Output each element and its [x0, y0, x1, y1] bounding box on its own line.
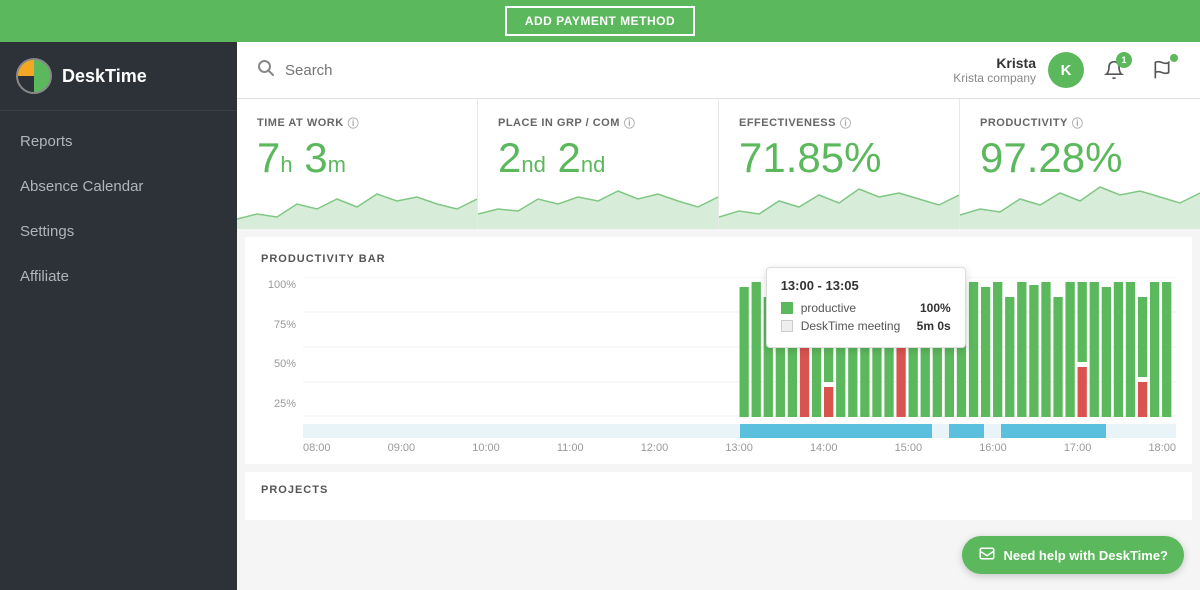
header-right: Krista Krista company K 1: [953, 52, 1180, 88]
stat-info-place: ⓘ: [624, 115, 636, 131]
tooltip-val-productive: 100%: [920, 301, 951, 315]
tooltip-color-productive: [781, 302, 793, 314]
stat-label-effectiveness: EFFECTIVENESS ⓘ: [739, 115, 939, 131]
tooltip-label-meeting: DeskTime meeting: [801, 319, 909, 333]
sidebar-item-absence-calendar[interactable]: Absence Calendar: [0, 164, 237, 209]
chart-container: 100% 75% 50% 25%: [261, 277, 1176, 454]
sidebar-item-affiliate[interactable]: Affiliate: [0, 254, 237, 299]
y-label-100: 100%: [261, 279, 296, 291]
stat-card-effectiveness: EFFECTIVENESS ⓘ 71.85%: [719, 99, 960, 229]
stat-info-productivity: ⓘ: [1072, 115, 1084, 131]
notifications-button[interactable]: 1: [1096, 52, 1132, 88]
timeline-active-2: [949, 424, 984, 438]
y-label-50: 50%: [261, 358, 296, 370]
productivity-bars-svg: [303, 277, 1176, 417]
stat-value-effectiveness: 71.85%: [739, 137, 939, 179]
stat-label-productivity: PRODUCTIVITY ⓘ: [980, 115, 1180, 131]
search-input[interactable]: [285, 62, 485, 79]
y-label-75: 75%: [261, 319, 296, 331]
x-label-17: 17:00: [1064, 442, 1092, 454]
content-area: Krista Krista company K 1: [237, 42, 1200, 590]
stat-card-time-at-work: TIME AT WORK ⓘ 7h 3m: [237, 99, 478, 229]
search-wrapper: [257, 59, 953, 82]
stat-label-place: PLACE IN GRP / COM ⓘ: [498, 115, 698, 131]
y-label-25: 25%: [261, 398, 296, 410]
timeline-bar: [303, 424, 1176, 438]
productivity-bar-section: PRODUCTIVITY BAR 100% 75% 50% 25%: [245, 237, 1192, 464]
projects-title: PROJECTS: [261, 484, 1176, 496]
x-label-12: 12:00: [641, 442, 669, 454]
notification-badge: 1: [1116, 52, 1132, 68]
tooltip-color-meeting: [781, 320, 793, 332]
help-button-label: Need help with DeskTime?: [1004, 548, 1168, 563]
avatar: K: [1048, 52, 1084, 88]
y-axis: 100% 75% 50% 25%: [261, 277, 296, 412]
tooltip-label-productive: productive: [801, 301, 912, 315]
stat-info-time: ⓘ: [348, 115, 360, 131]
stat-card-place: PLACE IN GRP / COM ⓘ 2nd 2nd: [478, 99, 719, 229]
user-info: Krista Krista company: [953, 55, 1036, 85]
flag-dot: [1170, 54, 1178, 62]
timeline-active-1: [740, 424, 932, 438]
x-label-10: 10:00: [472, 442, 500, 454]
stat-value-place: 2nd 2nd: [498, 137, 698, 179]
x-label-13: 13:00: [725, 442, 753, 454]
x-label-15: 15:00: [895, 442, 923, 454]
user-name: Krista: [953, 55, 1036, 71]
logo-icon: [16, 58, 52, 94]
top-bar: ADD PAYMENT METHOD: [0, 0, 1200, 42]
x-label-18: 18:00: [1148, 442, 1176, 454]
tooltip-row-productive: productive 100%: [781, 301, 951, 315]
stats-row: TIME AT WORK ⓘ 7h 3m PLACE IN GRP / COM …: [237, 99, 1200, 229]
sidebar-logo: DeskTime: [0, 42, 237, 111]
bars-wrapper: 08:00 09:00 10:00 11:00 12:00 13:00 14:0…: [303, 277, 1176, 454]
user-company: Krista company: [953, 71, 1036, 85]
header: Krista Krista company K 1: [237, 42, 1200, 99]
sidebar-item-reports[interactable]: Reports: [0, 119, 237, 164]
x-axis: 08:00 09:00 10:00 11:00 12:00 13:00 14:0…: [303, 442, 1176, 454]
stat-value-productivity: 97.28%: [980, 137, 1180, 179]
sidebar-item-settings[interactable]: Settings: [0, 209, 237, 254]
x-label-14: 14:00: [810, 442, 838, 454]
productivity-bar-title: PRODUCTIVITY BAR: [261, 253, 1176, 265]
logo-text: DeskTime: [62, 66, 147, 87]
tooltip-val-meeting: 5m 0s: [917, 319, 951, 333]
bar-tooltip: 13:00 - 13:05 productive 100% DeskTime m…: [766, 267, 966, 348]
x-label-09: 09:00: [388, 442, 416, 454]
tooltip-row-meeting: DeskTime meeting 5m 0s: [781, 319, 951, 333]
tooltip-time: 13:00 - 13:05: [781, 278, 951, 293]
sidebar: DeskTime Reports Absence Calendar Settin…: [0, 42, 237, 590]
x-label-16: 16:00: [979, 442, 1007, 454]
timeline-active-3: [1001, 424, 1106, 438]
add-payment-button[interactable]: ADD PAYMENT METHOD: [505, 6, 695, 36]
main-layout: DeskTime Reports Absence Calendar Settin…: [0, 42, 1200, 590]
projects-section: PROJECTS: [245, 472, 1192, 520]
sidebar-nav: Reports Absence Calendar Settings Affili…: [0, 111, 237, 307]
flag-button[interactable]: [1144, 52, 1180, 88]
stat-card-productivity: PRODUCTIVITY ⓘ 97.28%: [960, 99, 1200, 229]
x-label-08: 08:00: [303, 442, 331, 454]
search-icon: [257, 59, 275, 82]
help-button[interactable]: Need help with DeskTime?: [962, 536, 1184, 574]
stat-value-time: 7h 3m: [257, 137, 457, 179]
stat-info-effectiveness: ⓘ: [840, 115, 852, 131]
x-label-11: 11:00: [557, 442, 584, 454]
stat-label-time: TIME AT WORK ⓘ: [257, 115, 457, 131]
